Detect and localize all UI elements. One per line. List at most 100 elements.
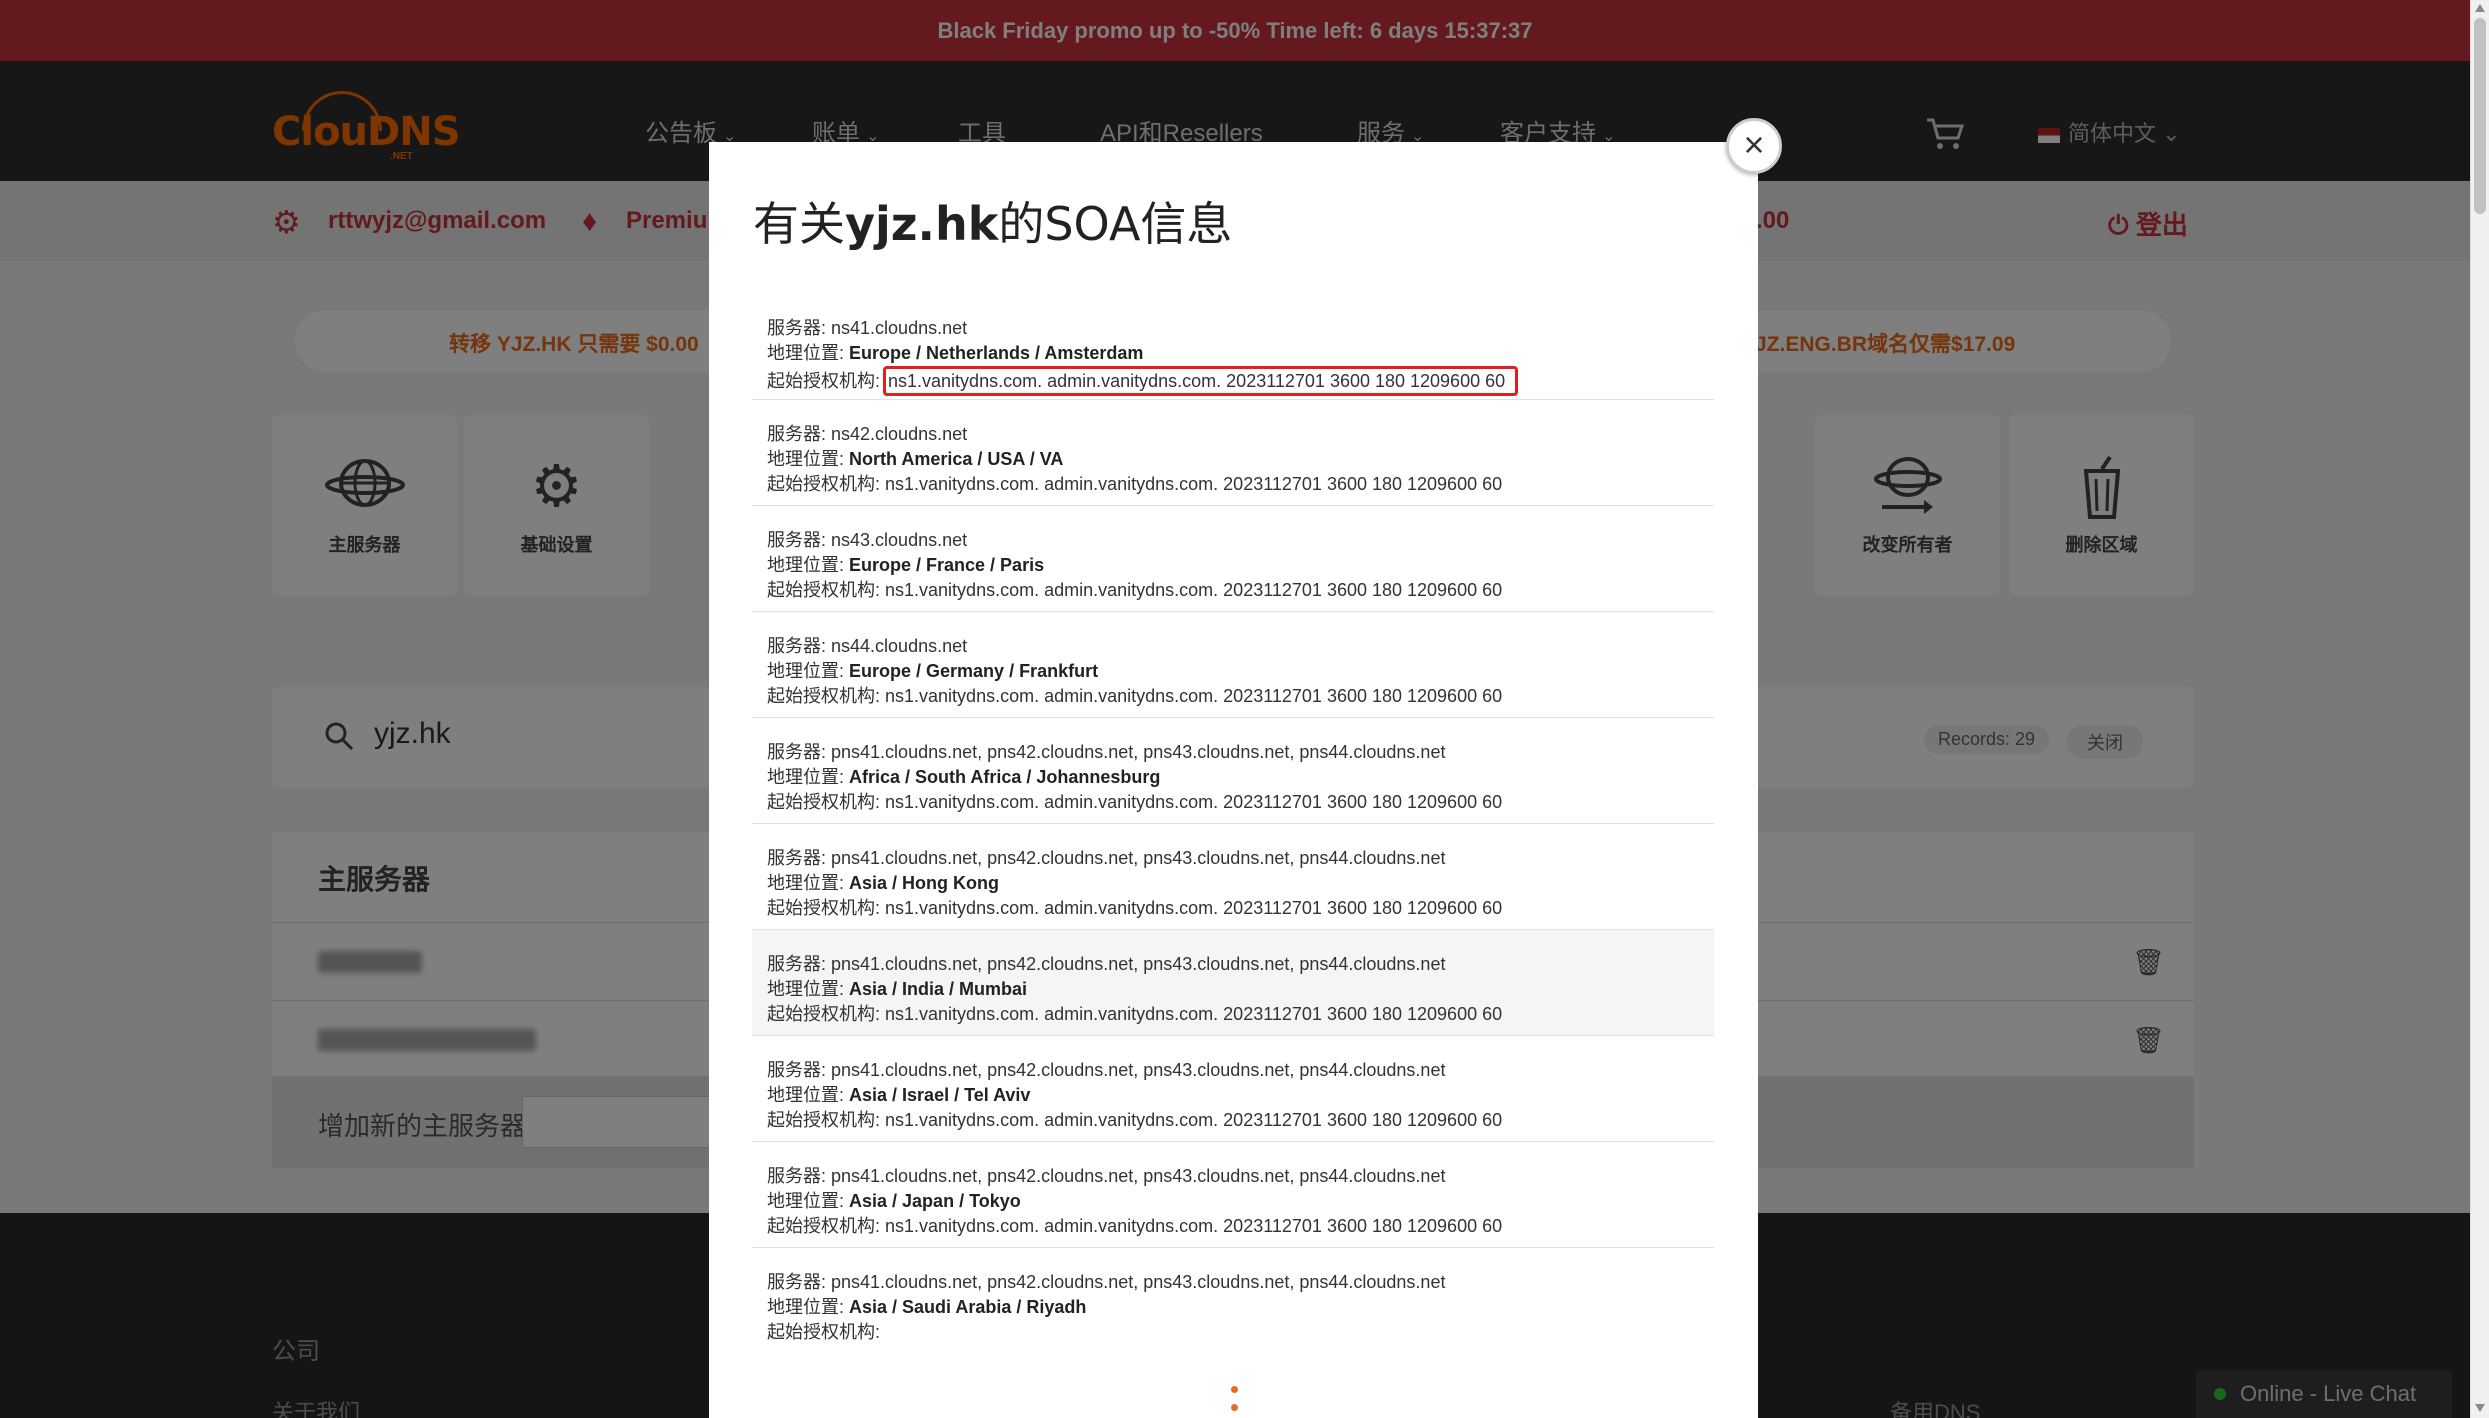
soa-entry: 服务器: ns43.cloudns.net 地理位置: Europe / Fran… [752, 506, 1714, 612]
location-line: 地理位置: Asia / Israel / Tel Aviv [767, 1083, 1699, 1108]
server-line: 服务器: ns42.cloudns.net [767, 422, 1699, 447]
server-value: pns41.cloudns.net, pns42.cloudns.net, pn… [831, 1272, 1446, 1292]
soa-value: ns1.vanitydns.com. admin.vanitydns.com. … [885, 898, 1503, 918]
server-line: 服务器: pns41.cloudns.net, pns42.cloudns.ne… [767, 1164, 1699, 1189]
server-label: 服务器: [767, 530, 832, 550]
server-value: ns43.cloudns.net [831, 530, 968, 550]
soa-value: ns1.vanitydns.com. admin.vanitydns.com. … [885, 792, 1503, 812]
server-line: 服务器: pns41.cloudns.net, pns42.cloudns.ne… [767, 740, 1699, 765]
soa-label: 起始授权机构: [767, 1004, 886, 1024]
soa-entry: 服务器: pns41.cloudns.net, pns42.cloudns.ne… [752, 930, 1714, 1036]
soa-line: 起始授权机构: ns1.vanitydns.com. admin.vanityd… [767, 578, 1699, 603]
server-line: 服务器: ns41.cloudns.net [767, 316, 1699, 341]
server-label: 服务器: [767, 1060, 832, 1080]
soa-label: 起始授权机构: [767, 898, 886, 918]
server-value: pns41.cloudns.net, pns42.cloudns.net, pn… [831, 954, 1446, 974]
location-label: 地理位置: [767, 1191, 850, 1211]
soa-label: 起始授权机构: [767, 580, 886, 600]
location-line: 地理位置: Asia / Saudi Arabia / Riyadh [767, 1295, 1699, 1320]
page-scrollbar[interactable] [2470, 0, 2489, 1418]
soa-line: 起始授权机构: ns1.vanitydns.com. admin.vanityd… [767, 472, 1699, 497]
location-value: Europe / Netherlands / Amsterdam [849, 343, 1144, 363]
soa-line: 起始授权机构: ns1.vanitydns.com. admin.vanityd… [767, 1108, 1699, 1133]
soa-entry: 服务器: pns41.cloudns.net, pns42.cloudns.ne… [752, 1142, 1714, 1248]
scroll-up-icon[interactable] [2475, 4, 2485, 12]
location-value: Europe / Germany / Frankfurt [849, 661, 1099, 681]
location-line: 地理位置: Europe / France / Paris [767, 553, 1699, 578]
server-label: 服务器: [767, 848, 832, 868]
location-line: 地理位置: Asia / India / Mumbai [767, 977, 1699, 1002]
server-value: ns42.cloudns.net [831, 424, 968, 444]
soa-info-modal: 有关yjz.hk的SOA信息 服务器: ns41.cloudns.net 地理位置… [709, 142, 1758, 1418]
soa-value: ns1.vanitydns.com. admin.vanitydns.com. … [885, 580, 1503, 600]
server-line: 服务器: pns41.cloudns.net, pns42.cloudns.ne… [767, 1058, 1699, 1083]
server-value: pns41.cloudns.net, pns42.cloudns.net, pn… [831, 1060, 1446, 1080]
close-modal-button[interactable]: × [1726, 118, 1782, 174]
server-label: 服务器: [767, 954, 832, 974]
location-value: Asia / Israel / Tel Aviv [849, 1085, 1031, 1105]
soa-line: 起始授权机构: ns1.vanitydns.com. admin.vanityd… [767, 366, 1699, 396]
soa-label: 起始授权机构: [767, 371, 886, 391]
soa-entry: 服务器: ns41.cloudns.net 地理位置: Europe / Neth… [752, 294, 1714, 400]
location-line: 地理位置: Asia / Hong Kong [767, 871, 1699, 896]
location-label: 地理位置: [767, 979, 850, 999]
server-label: 服务器: [767, 1166, 832, 1186]
location-label: 地理位置: [767, 343, 850, 363]
modal-title: 有关yjz.hk的SOA信息 [753, 197, 1233, 251]
close-icon: × [1743, 124, 1765, 165]
scroll-down-icon[interactable] [2475, 1404, 2485, 1412]
soa-label: 起始授权机构: [767, 1322, 881, 1342]
location-value: North America / USA / VA [849, 449, 1064, 469]
server-line: 服务器: pns41.cloudns.net, pns42.cloudns.ne… [767, 846, 1699, 871]
scroll-thumb[interactable] [2474, 18, 2486, 214]
soa-list: 服务器: ns41.cloudns.net 地理位置: Europe / Neth… [752, 294, 1714, 1354]
location-value: Asia / Hong Kong [849, 873, 1000, 893]
server-line: 服务器: ns44.cloudns.net [767, 634, 1699, 659]
soa-line: 起始授权机构: ns1.vanitydns.com. admin.vanityd… [767, 684, 1699, 709]
soa-entry: 服务器: pns41.cloudns.net, pns42.cloudns.ne… [752, 718, 1714, 824]
server-line: 服务器: pns41.cloudns.net, pns42.cloudns.ne… [767, 952, 1699, 977]
soa-entry: 服务器: pns41.cloudns.net, pns42.cloudns.ne… [752, 824, 1714, 930]
soa-value: ns1.vanitydns.com. admin.vanitydns.com. … [885, 686, 1503, 706]
location-value: Europe / France / Paris [849, 555, 1045, 575]
location-label: 地理位置: [767, 449, 850, 469]
soa-value: ns1.vanitydns.com. admin.vanitydns.com. … [885, 474, 1503, 494]
server-label: 服务器: [767, 424, 832, 444]
location-label: 地理位置: [767, 1085, 850, 1105]
location-line: 地理位置: Africa / South Africa / Johannesbu… [767, 765, 1699, 790]
server-value: pns41.cloudns.net, pns42.cloudns.net, pn… [831, 742, 1446, 762]
location-line: 地理位置: Europe / Germany / Frankfurt [767, 659, 1699, 684]
server-label: 服务器: [767, 318, 832, 338]
soa-line: 起始授权机构: ns1.vanitydns.com. admin.vanityd… [767, 1214, 1699, 1239]
loading-spinner-icon [709, 1382, 1758, 1418]
soa-value: ns1.vanitydns.com. admin.vanitydns.com. … [885, 1110, 1503, 1130]
location-label: 地理位置: [767, 555, 850, 575]
server-value: pns41.cloudns.net, pns42.cloudns.net, pn… [831, 1166, 1446, 1186]
location-value: Asia / Japan / Tokyo [849, 1191, 1021, 1211]
location-label: 地理位置: [767, 661, 850, 681]
soa-label: 起始授权机构: [767, 1110, 886, 1130]
server-value: ns44.cloudns.net [831, 636, 968, 656]
soa-entry: 服务器: pns41.cloudns.net, pns42.cloudns.ne… [752, 1036, 1714, 1142]
server-label: 服务器: [767, 742, 832, 762]
location-value: Asia / Saudi Arabia / Riyadh [849, 1297, 1087, 1317]
soa-label: 起始授权机构: [767, 792, 886, 812]
soa-value: ns1.vanitydns.com. admin.vanitydns.com. … [883, 366, 1519, 396]
soa-line: 起始授权机构: ns1.vanitydns.com. admin.vanityd… [767, 790, 1699, 815]
soa-entry: 服务器: ns42.cloudns.net 地理位置: North America… [752, 400, 1714, 506]
server-line: 服务器: ns43.cloudns.net [767, 528, 1699, 553]
server-value: ns41.cloudns.net [831, 318, 968, 338]
location-value: Asia / India / Mumbai [849, 979, 1028, 999]
soa-entry: 服务器: ns44.cloudns.net 地理位置: Europe / Germ… [752, 612, 1714, 718]
location-label: 地理位置: [767, 767, 850, 787]
server-label: 服务器: [767, 1272, 832, 1292]
server-label: 服务器: [767, 636, 832, 656]
server-line: 服务器: pns41.cloudns.net, pns42.cloudns.ne… [767, 1270, 1699, 1295]
location-label: 地理位置: [767, 1297, 850, 1317]
location-value: Africa / South Africa / Johannesburg [849, 767, 1161, 787]
location-line: 地理位置: Europe / Netherlands / Amsterdam [767, 341, 1699, 366]
soa-value: ns1.vanitydns.com. admin.vanitydns.com. … [885, 1216, 1503, 1236]
location-label: 地理位置: [767, 873, 850, 893]
soa-entry: 服务器: pns41.cloudns.net, pns42.cloudns.ne… [752, 1248, 1714, 1354]
soa-label: 起始授权机构: [767, 474, 886, 494]
